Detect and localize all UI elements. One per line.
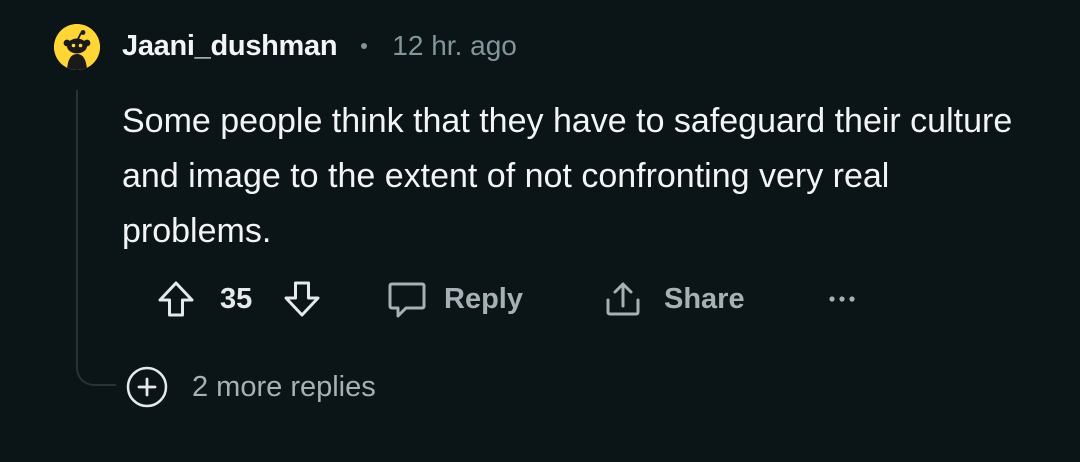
reply-button[interactable]: Reply — [386, 274, 523, 324]
share-label: Share — [664, 282, 745, 315]
vote-count: 35 — [220, 283, 253, 315]
more-horizontal-icon — [829, 296, 855, 302]
username-link[interactable]: Jaani_dushman — [122, 30, 338, 63]
snoo-avatar-icon — [54, 24, 100, 70]
comment-body: Some people think that they have to safe… — [122, 102, 1013, 250]
downvote-button[interactable] — [282, 274, 322, 324]
user-avatar[interactable] — [54, 24, 100, 70]
more-options-button[interactable] — [826, 274, 858, 324]
plus-circle-icon — [126, 366, 168, 408]
reply-label: Reply — [444, 282, 523, 315]
arrow-up-icon — [158, 281, 194, 317]
thread-line[interactable] — [76, 90, 116, 386]
speech-bubble-icon — [388, 282, 426, 318]
arrow-down-icon — [284, 281, 320, 317]
more-replies-label: 2 more replies — [192, 370, 376, 403]
share-icon — [606, 282, 640, 316]
more-replies-button[interactable]: 2 more replies — [126, 366, 376, 408]
comment-actions: 35 Reply Share — [156, 274, 896, 324]
separator-dot — [361, 43, 368, 49]
upvote-button[interactable] — [156, 274, 196, 324]
comment-header: Jaani_dushman 12 hr. ago — [122, 26, 517, 66]
timestamp[interactable]: 12 hr. ago — [392, 30, 517, 62]
share-button[interactable]: Share — [602, 274, 745, 324]
